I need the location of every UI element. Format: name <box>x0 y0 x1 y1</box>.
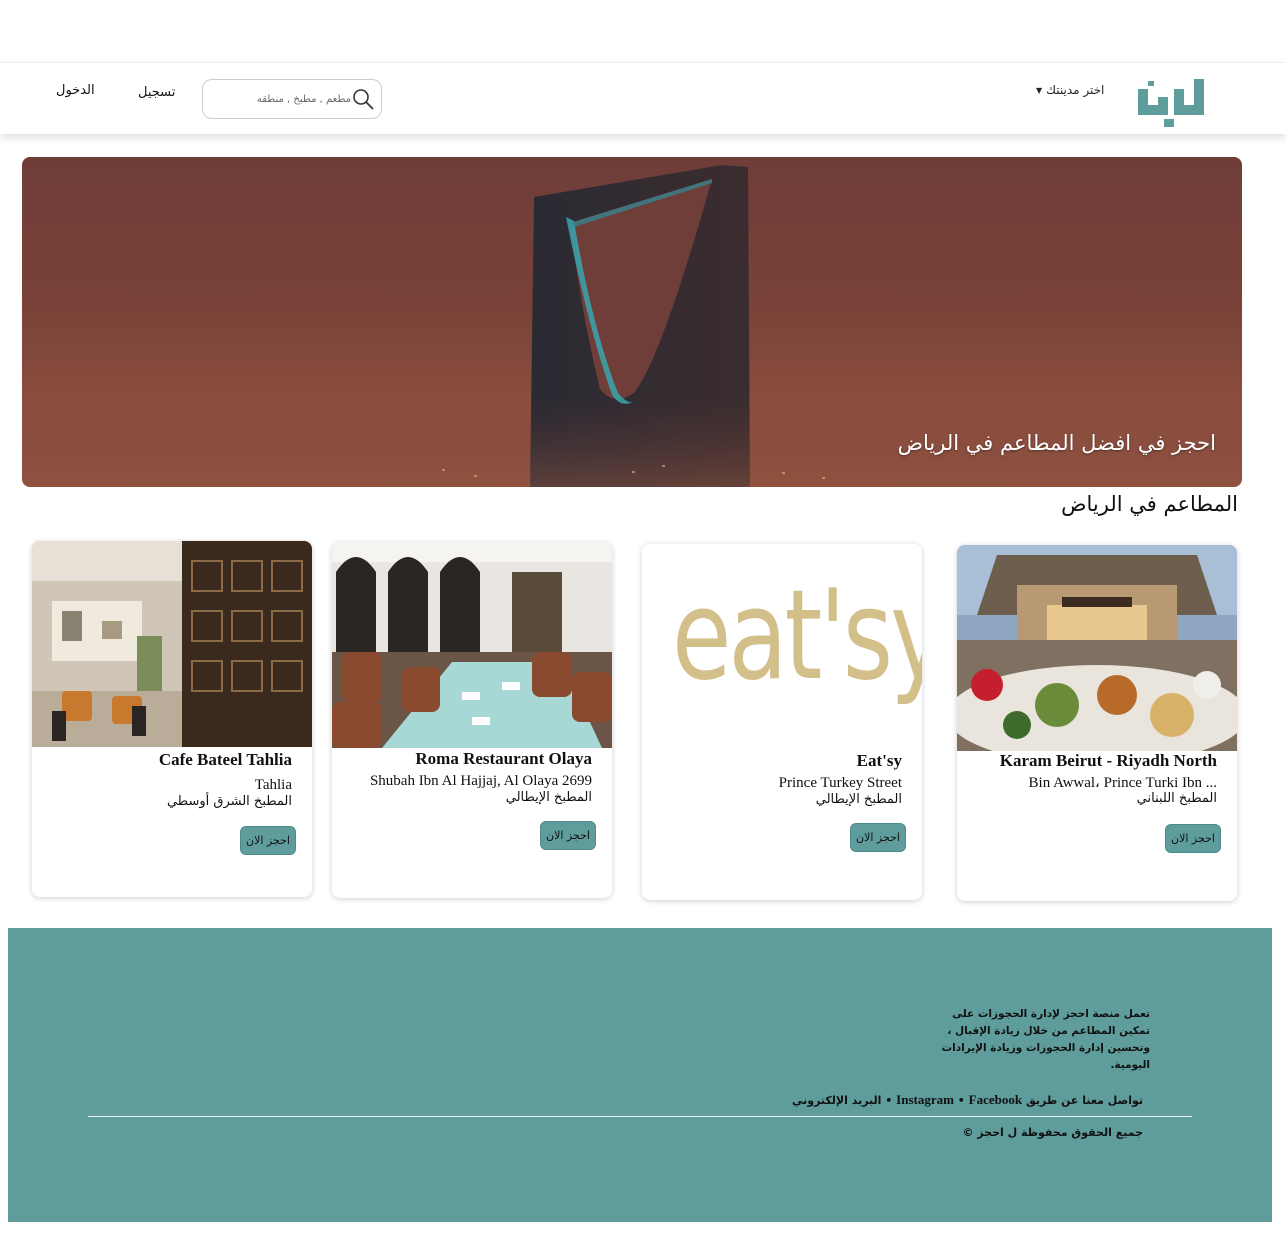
hero-caption: احجز في افضل المطاعم في الرياض <box>897 431 1216 455</box>
restaurant-address: Bin Awwal، Prince Turki Ibn ... <box>1028 775 1217 791</box>
restaurant-name[interactable]: Eat'sy <box>857 751 902 771</box>
city-select-label: اختر مدينتك <box>1046 83 1105 97</box>
footer-contact: تواصل معنا عن طريق Instagram • Facebook … <box>792 1092 1143 1108</box>
footer-about-line: تمكين المطاعم من خلال زيادة الإقبال ، <box>947 1025 1150 1037</box>
restaurant-card[interactable]: Cafe Bateel Tahlia Tahlia المطبخ الشرق أ… <box>32 541 312 897</box>
restaurant-card[interactable]: eat'sy Eat'sy Prince Turkey Street المطب… <box>642 544 922 900</box>
section-title: المطاعم في الرياض <box>1061 492 1238 516</box>
restaurant-name[interactable]: Cafe Bateel Tahlia <box>159 750 292 770</box>
footer-about-text: تعمل منصة احجز لإدارة الحجوزات على تمكين… <box>920 1006 1150 1074</box>
top-navbar: اختر مدينتك ▼ تسجيل الدخول <box>0 62 1286 134</box>
book-now-button[interactable]: احجز الان <box>850 823 906 852</box>
copyright-text: جميع الحقوق محفوظة ل احجز © <box>962 1126 1143 1139</box>
separator: • <box>957 1094 965 1107</box>
search-icon[interactable] <box>351 87 375 111</box>
restaurant-name[interactable]: Roma Restaurant Olaya <box>415 749 592 769</box>
footer-divider <box>88 1116 1192 1117</box>
search-box <box>202 79 382 119</box>
site-logo[interactable] <box>1134 77 1212 127</box>
eatsy-logo: eat'sy <box>642 544 922 750</box>
restaurant-terrace-food-photo <box>957 545 1237 751</box>
restaurant-cuisine: المطبخ الإيطالي <box>815 792 902 807</box>
hero-banner: احجز في افضل المطاعم في الرياض <box>22 157 1242 487</box>
restaurant-address: Shubah Ibn Al Hajjaj, Al Olaya 2699 <box>369 773 592 789</box>
caret-down-icon: ▼ <box>1036 85 1043 95</box>
login-link[interactable]: الدخول <box>56 83 95 98</box>
site-footer: تعمل منصة احجز لإدارة الحجوزات على تمكين… <box>8 928 1272 1222</box>
restaurant-name[interactable]: Karam Beirut - Riyadh North <box>1000 751 1217 771</box>
eatsy-logo-text: eat'sy <box>672 564 922 708</box>
instagram-link[interactable]: Instagram <box>896 1092 954 1107</box>
cafe-interior-screens-photo <box>32 541 312 747</box>
facebook-link[interactable]: Facebook <box>969 1092 1022 1107</box>
restaurant-cuisine: المطبخ الإيطالي <box>505 790 592 805</box>
restaurant-address: Tahlia <box>254 777 292 793</box>
email-link[interactable]: البريد الإلكتروني <box>792 1094 881 1107</box>
book-now-button[interactable]: احجز الان <box>240 826 296 855</box>
book-now-button[interactable]: احجز الان <box>1165 824 1221 853</box>
search-input[interactable] <box>221 87 351 111</box>
city-select[interactable]: اختر مدينتك ▼ <box>1036 83 1104 97</box>
logo-mark-icon <box>1138 79 1204 127</box>
restaurant-address: Prince Turkey Street <box>778 775 902 791</box>
restaurant-card[interactable]: Karam Beirut - Riyadh North Bin Awwal، P… <box>957 545 1237 901</box>
restaurant-cuisine: المطبخ اللبناني <box>1136 791 1217 806</box>
restaurant-card[interactable]: Roma Restaurant Olaya Shubah Ibn Al Hajj… <box>332 542 612 898</box>
book-now-button[interactable]: احجز الان <box>540 821 596 850</box>
restaurant-dining-hall-photo <box>332 542 612 748</box>
footer-about-line: وتحسين إدارة الحجوزات وزيادة الإيرادات ا… <box>941 1042 1150 1071</box>
separator: • <box>885 1094 893 1107</box>
contact-prefix: تواصل معنا عن طريق <box>1025 1094 1143 1107</box>
restaurant-cuisine: المطبخ الشرق أوسطي <box>166 794 292 809</box>
footer-about-line: تعمل منصة احجز لإدارة الحجوزات على <box>952 1008 1150 1020</box>
register-link[interactable]: تسجيل <box>138 85 175 100</box>
